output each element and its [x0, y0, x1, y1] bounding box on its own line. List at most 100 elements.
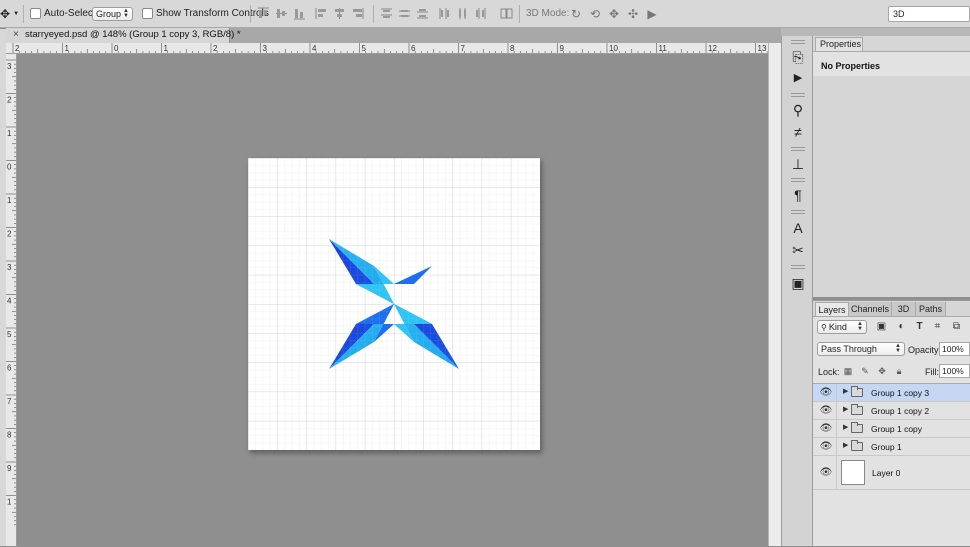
horizontal-ruler[interactable]: 2 1 0 1 2 3 4 5 6 7 8 9 10 11 12 13 — [6, 43, 768, 54]
workspace-switcher[interactable]: 3D — [888, 6, 970, 22]
distribute-horizontal-center-icon[interactable] — [456, 7, 469, 20]
distribute-vertical-center-icon[interactable] — [398, 7, 411, 20]
distribute-top-icon[interactable] — [380, 7, 393, 20]
drag-3d-object-icon[interactable]: ✥ — [606, 6, 622, 22]
search-icon: ⚲ — [821, 322, 827, 332]
align-right-icon[interactable] — [351, 7, 364, 20]
close-icon[interactable]: × — [13, 29, 19, 40]
filter-pixel-icon[interactable]: ▣ — [875, 320, 888, 333]
layer-row[interactable]: 👁︎ ▶ Group 1 copy — [813, 420, 970, 438]
dock-grip[interactable] — [791, 210, 805, 214]
character-icon[interactable]: A — [790, 220, 806, 236]
distribute-right-icon[interactable] — [474, 7, 487, 20]
fill-field[interactable]: 100% — [939, 364, 970, 378]
ruler-ticks: 2 1 0 1 2 3 4 5 6 7 8 9 10 11 12 13 — [12, 43, 768, 53]
paragraph-icon[interactable]: ¶ — [790, 187, 806, 203]
select-arrows-icon: ▲ ▼ — [895, 343, 901, 354]
layer-name: Group 1 copy 3 — [871, 388, 930, 398]
ruler-number: 1 — [7, 196, 12, 205]
tab-channels[interactable]: Channels — [849, 302, 892, 316]
document-tab[interactable]: × starryeyed.psd @ 148% (Group 1 copy 3,… — [6, 28, 241, 43]
show-transform-checkbox[interactable] — [142, 8, 153, 19]
distribute-left-icon[interactable] — [438, 7, 451, 20]
dock-grip[interactable] — [791, 93, 805, 97]
layer-row[interactable]: 👁︎ ▶ Group 1 copy 3 — [813, 384, 970, 402]
dock-grip[interactable] — [791, 178, 805, 182]
align-top-icon[interactable] — [257, 7, 270, 20]
panel-icon-dock: ⎘ ▶ ⚲ ≠ ⊥ ¶ A ✂ ▣ — [781, 36, 813, 546]
align-vertical-center-icon[interactable] — [275, 7, 288, 20]
vertical-scrollbar[interactable] — [768, 43, 781, 546]
divider — [250, 5, 251, 23]
auto-align-layers-icon[interactable] — [500, 7, 513, 20]
disclosure-triangle-icon[interactable]: ▶ — [843, 441, 848, 449]
3d-mode-label: 3D Mode: — [526, 8, 570, 19]
visibility-eye-icon[interactable]: 👁︎ — [819, 405, 833, 416]
filter-type-icon[interactable]: T — [913, 320, 926, 333]
slide-3d-object-icon[interactable]: ✣ — [625, 6, 641, 22]
lock-all-icon[interactable]: 🔒︎ — [893, 365, 905, 377]
opacity-label: Opacity: — [908, 345, 942, 355]
filter-adjustment-icon[interactable]: ◐ — [895, 320, 908, 333]
brush-presets-icon[interactable]: ⚲ — [790, 102, 806, 118]
star-artwork[interactable] — [248, 158, 540, 450]
visibility-eye-icon[interactable]: 👁︎ — [819, 387, 833, 398]
filter-shape-icon[interactable]: ⌗ — [931, 320, 944, 333]
tab-3d[interactable]: 3D — [892, 302, 916, 316]
canvas-area[interactable] — [17, 54, 768, 546]
align-left-icon[interactable] — [315, 7, 328, 20]
ruler-number: 9 — [560, 44, 565, 53]
distribute-bottom-icon[interactable] — [416, 7, 429, 20]
actions-play-icon[interactable]: ▶ — [790, 70, 806, 86]
disclosure-triangle-icon[interactable]: ▶ — [843, 387, 848, 395]
document-canvas[interactable] — [248, 158, 540, 450]
ruler-number: 2 — [7, 96, 12, 105]
dock-grip[interactable] — [791, 147, 805, 151]
layer-row[interactable]: 👁︎ Layer 0 — [813, 456, 970, 490]
tool-preset-picker[interactable]: ✥ ▼ — [0, 6, 20, 22]
visibility-eye-icon[interactable]: 👁︎ — [819, 467, 833, 478]
visibility-eye-icon[interactable]: 👁︎ — [819, 423, 833, 434]
divider — [373, 5, 374, 23]
disclosure-triangle-icon[interactable]: ▶ — [843, 405, 848, 413]
brush-settings-icon[interactable]: ≠ — [790, 124, 806, 140]
vertical-ruler[interactable]: 3 2 1 0 1 2 3 4 5 6 7 8 9 1 — [6, 54, 17, 546]
auto-select-checkbox[interactable] — [30, 8, 41, 19]
lock-image-pixels-icon[interactable]: ✎ — [859, 365, 871, 377]
tab-paths[interactable]: Paths — [916, 302, 946, 316]
roll-3d-object-icon[interactable]: ⟲ — [587, 6, 603, 22]
tab-properties[interactable]: Properties — [815, 37, 863, 51]
properties-header[interactable] — [813, 28, 970, 36]
filter-kind-value: Kind — [828, 322, 847, 332]
layer-row[interactable]: 👁︎ ▶ Group 1 — [813, 438, 970, 456]
ruler-number: 11 — [659, 44, 668, 53]
align-bottom-icon[interactable] — [293, 7, 306, 20]
scale-3d-object-icon[interactable]: ▶ — [644, 6, 660, 22]
tool-presets-icon[interactable]: ✂ — [790, 242, 806, 258]
dock-header[interactable] — [781, 28, 813, 36]
lock-transparent-pixels-icon[interactable]: ▦ — [842, 365, 854, 377]
clone-source-icon[interactable]: ⊥ — [790, 156, 806, 172]
divider — [519, 5, 520, 23]
blend-mode-dropdown[interactable]: Pass Through ▲ ▼ — [817, 342, 905, 356]
auto-select-label: Auto-Select: — [44, 8, 99, 19]
disclosure-triangle-icon[interactable]: ▶ — [843, 423, 848, 431]
document-tab-title: starryeyed.psd @ 148% (Group 1 copy 3, R… — [25, 29, 241, 40]
filter-kind-dropdown[interactable]: ⚲ Kind ▲ ▼ — [817, 320, 867, 334]
auto-select-dropdown[interactable]: Group ▲ ▼ — [92, 7, 133, 21]
rotate-3d-object-icon[interactable]: ↻ — [568, 6, 584, 22]
history-icon[interactable]: ⎘ — [790, 49, 806, 65]
dock-grip[interactable] — [791, 40, 805, 44]
ruler-number: 8 — [7, 431, 12, 440]
divider — [23, 5, 24, 23]
visibility-eye-icon[interactable]: 👁︎ — [819, 441, 833, 452]
align-horizontal-center-icon[interactable] — [333, 7, 346, 20]
layer-comps-icon[interactable]: ▣ — [790, 275, 806, 291]
layer-row[interactable]: 👁︎ ▶ Group 1 copy 2 — [813, 402, 970, 420]
filter-smart-object-icon[interactable]: ⧉ — [950, 320, 963, 333]
opacity-field[interactable]: 100% — [939, 342, 970, 356]
star-shape[interactable] — [329, 239, 459, 369]
tab-layers[interactable]: Layers — [815, 302, 849, 316]
lock-position-icon[interactable]: ✥ — [876, 365, 888, 377]
dock-grip[interactable] — [791, 265, 805, 269]
